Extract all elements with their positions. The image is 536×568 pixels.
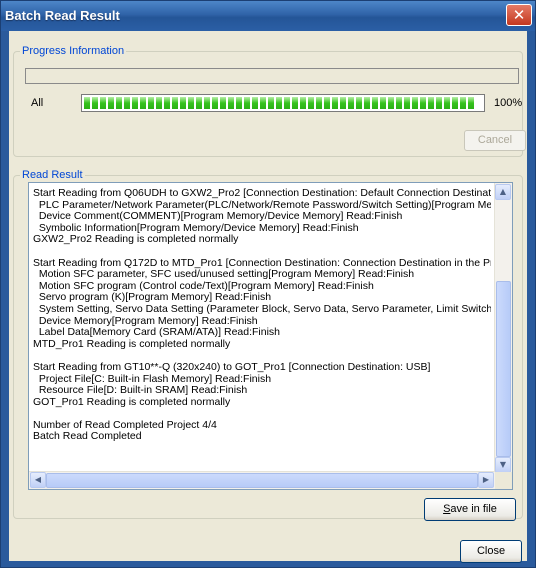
log-line: Start Reading from GT10**-Q (320x240) to…: [33, 360, 431, 373]
scroll-right-icon[interactable]: ▶: [478, 472, 494, 488]
scrollbar-corner: [495, 472, 512, 489]
scroll-up-icon[interactable]: ▲: [495, 184, 511, 200]
progress-segment: [204, 97, 210, 109]
progress-segment: [308, 97, 314, 109]
progress-segment: [164, 97, 170, 109]
progress-segment: [252, 97, 258, 109]
log-line: System Setting, Servo Data Setting (Para…: [33, 302, 491, 315]
progress-segment: [156, 97, 162, 109]
progress-segment: [124, 97, 130, 109]
progress-segment: [332, 97, 338, 109]
progress-segment: [428, 97, 434, 109]
log-line: GOT_Pro1 Reading is completed normally: [33, 395, 231, 408]
progress-segment: [260, 97, 266, 109]
progress-segment: [268, 97, 274, 109]
read-result-legend: Read Result: [22, 169, 83, 181]
progress-segment: [180, 97, 186, 109]
close-button[interactable]: Close: [460, 540, 522, 563]
progress-segment: [452, 97, 458, 109]
progress-segment: [420, 97, 426, 109]
current-progress-bar: [25, 68, 519, 84]
progress-segment: [188, 97, 194, 109]
log-line: Batch Read Completed: [33, 430, 142, 443]
read-result-text: Start Reading from Q06UDH to GXW2_Pro2 […: [33, 188, 491, 474]
progress-segment: [100, 97, 106, 109]
progress-segment: [380, 97, 386, 109]
progress-segment: [92, 97, 98, 109]
window-close-icon[interactable]: ✕: [506, 4, 532, 26]
progress-segment: [220, 97, 226, 109]
vertical-scroll-thumb[interactable]: [496, 281, 511, 457]
progress-segment: [396, 97, 402, 109]
log-line: Resource File[D: Built-in SRAM] Read:Fin…: [33, 384, 248, 397]
progress-segment: [108, 97, 114, 109]
progress-segment: [316, 97, 322, 109]
scroll-left-icon[interactable]: ◀: [30, 472, 46, 488]
progress-segment: [228, 97, 234, 109]
all-progress-bar: [81, 94, 485, 112]
progress-segment: [196, 97, 202, 109]
dialog-body: Progress Information All 100% Cancel Rea…: [9, 31, 527, 563]
cancel-button[interactable]: Cancel: [464, 130, 526, 151]
progress-segment: [172, 97, 178, 109]
all-progress-label: All: [31, 97, 44, 109]
progress-segment: [356, 97, 362, 109]
progress-information-legend: Progress Information: [22, 45, 125, 57]
log-line: Start Reading from Q06UDH to GXW2_Pro2 […: [33, 188, 491, 199]
progress-segment: [284, 97, 290, 109]
progress-segment: [364, 97, 370, 109]
progress-segment: [236, 97, 242, 109]
save-in-file-button[interactable]: Save in file: [424, 498, 516, 521]
progress-segment: [436, 97, 442, 109]
horizontal-scrollbar[interactable]: ◀ ▶: [29, 471, 495, 489]
progress-segment: [300, 97, 306, 109]
log-line: MTD_Pro1 Reading is completed normally: [33, 337, 231, 350]
horizontal-scroll-thumb[interactable]: [46, 473, 478, 488]
vertical-scrollbar[interactable]: ▲ ▼: [494, 183, 512, 474]
progress-segment: [372, 97, 378, 109]
progress-segment: [412, 97, 418, 109]
progress-segment: [444, 97, 450, 109]
all-progress-percent: 100%: [494, 97, 523, 109]
progress-segment: [404, 97, 410, 109]
log-line: Motion SFC parameter, SFC used/unused se…: [33, 268, 415, 281]
read-result-log[interactable]: Start Reading from Q06UDH to GXW2_Pro2 […: [28, 182, 513, 490]
progress-segment: [140, 97, 146, 109]
log-line: GXW2_Pro2 Reading is completed normally: [33, 233, 239, 246]
scroll-down-icon[interactable]: ▼: [495, 457, 511, 473]
progress-segment: [460, 97, 466, 109]
progress-segment: [276, 97, 282, 109]
progress-segment: [324, 97, 330, 109]
progress-segment: [468, 97, 474, 109]
progress-segment: [148, 97, 154, 109]
progress-segment: [116, 97, 122, 109]
progress-segment: [388, 97, 394, 109]
batch-read-result-window: Batch Read Result ✕ Progress Information…: [0, 0, 536, 568]
save-label-rest: ave in file: [450, 503, 497, 515]
progress-segment: [292, 97, 298, 109]
title-bar[interactable]: Batch Read Result ✕: [1, 1, 535, 31]
progress-segment: [340, 97, 346, 109]
progress-segment: [84, 97, 90, 109]
progress-segment: [132, 97, 138, 109]
progress-segment: [348, 97, 354, 109]
window-title: Batch Read Result: [5, 8, 120, 23]
progress-segment: [212, 97, 218, 109]
progress-segment: [244, 97, 250, 109]
log-line: Label Data[Memory Card (SRAM/ATA)] Read:…: [33, 326, 281, 339]
